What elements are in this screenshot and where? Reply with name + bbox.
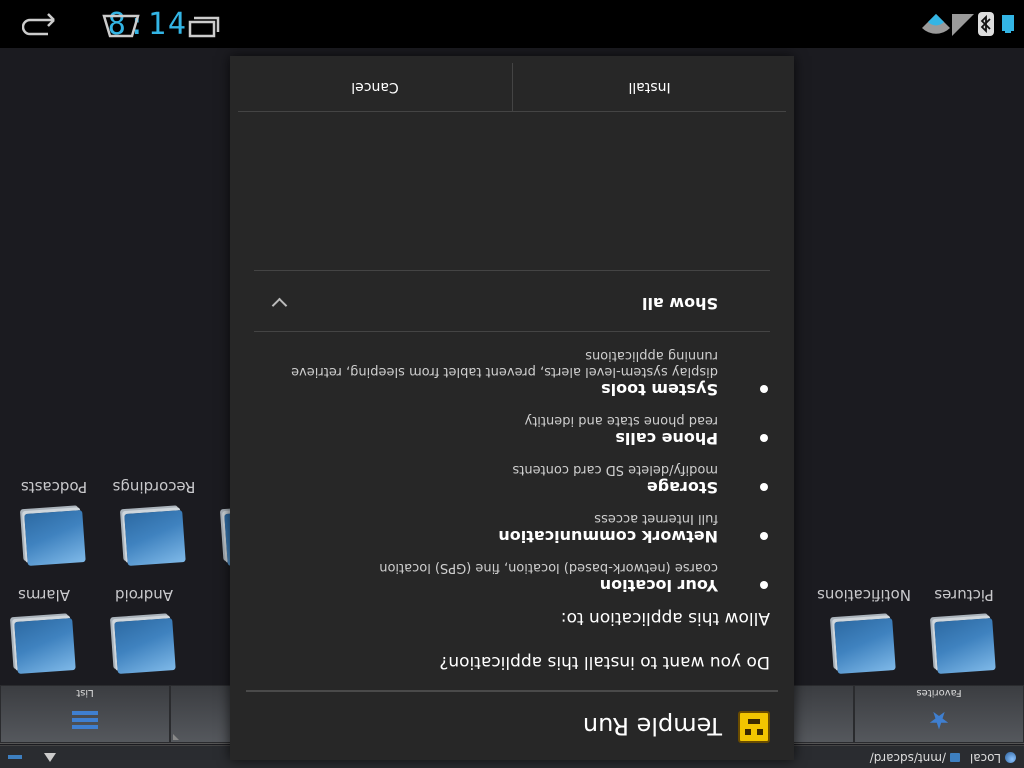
show-all-toggle[interactable]: Show all <box>254 270 770 332</box>
folder-icon <box>834 618 896 674</box>
location-selector[interactable]: Local <box>970 751 1016 765</box>
system-bar: 8:14 <box>0 0 1024 48</box>
folder-icon <box>124 510 186 566</box>
folder-icon <box>114 618 176 674</box>
tab-list[interactable]: List <box>0 685 170 743</box>
permission-title: System tools <box>601 380 718 399</box>
folder-name: Podcasts <box>20 478 88 496</box>
screen: Local /mnt/sdcard/ ★ Favorites List Alar… <box>0 0 1024 768</box>
bullet-icon <box>760 581 768 589</box>
app-icon <box>738 711 770 743</box>
back-icon[interactable] <box>21 7 58 38</box>
folder-name: Notifications <box>817 586 911 604</box>
bullet-icon <box>760 483 768 491</box>
location-label: Local <box>969 751 1001 765</box>
folder-notifications[interactable]: Notifications <box>814 582 914 682</box>
battery-icon <box>1002 15 1014 33</box>
permission-title: Network communication <box>498 527 718 546</box>
recent-apps-icon[interactable] <box>186 7 222 38</box>
tab-favorites-label: Favorites <box>916 687 962 698</box>
permission-description: modify/delete SD card contents <box>512 462 718 477</box>
permission-description: coarse (network-based) location, fine (G… <box>379 560 718 575</box>
permission-description: read phone state and identity <box>524 413 718 428</box>
folder-podcasts[interactable]: Podcasts <box>4 474 104 574</box>
folder-icon <box>14 618 76 674</box>
home-icon[interactable] <box>102 7 140 38</box>
app-name: Temple Run <box>582 712 722 740</box>
list-icon <box>72 708 98 732</box>
path-breadcrumb[interactable]: /mnt/sdcard/ <box>870 751 960 765</box>
folder-name: Android <box>115 586 173 604</box>
collapse-icon[interactable] <box>8 755 22 759</box>
folder-icon <box>950 753 960 763</box>
folder-icon <box>934 618 996 674</box>
folder-name: Pictures <box>934 586 994 604</box>
permission-description: display system-level alerts, prevent tab… <box>291 348 718 379</box>
bullet-icon <box>760 385 768 393</box>
signal-icon <box>952 10 974 36</box>
allow-label: Allow this application to: <box>560 608 770 628</box>
install-button[interactable]: Install <box>512 63 786 111</box>
cancel-button[interactable]: Cancel <box>238 63 512 111</box>
bullet-icon <box>760 532 768 540</box>
globe-icon <box>1005 752 1016 764</box>
permission-title: Your location <box>599 576 718 595</box>
folder-name: Recordings <box>112 478 196 496</box>
app-header: Temple Run <box>230 692 794 760</box>
chevron-up-icon <box>271 297 288 314</box>
tab-favorites[interactable]: ★ Favorites <box>854 685 1024 743</box>
install-dialog: Temple Run Do you want to install this a… <box>230 56 794 760</box>
bluetooth-icon <box>978 8 994 36</box>
up-icon[interactable] <box>44 753 56 762</box>
star-icon: ★ <box>928 706 950 734</box>
show-all-label: Show all <box>641 294 718 313</box>
wifi-icon <box>922 10 950 34</box>
folder-android[interactable]: Android <box>94 582 194 682</box>
folder-icon <box>24 510 86 566</box>
header-divider <box>246 690 778 692</box>
folder-recordings[interactable]: Recordings <box>104 474 204 574</box>
folder-name: Alarms <box>18 586 70 604</box>
folder-alarms[interactable]: Alarms <box>0 582 94 682</box>
tab-list-label: List <box>76 687 94 698</box>
dialog-buttons: Install Cancel <box>238 63 786 112</box>
path-label: /mnt/sdcard/ <box>869 751 946 765</box>
permission-description: full Internet access <box>594 511 718 526</box>
permission-title: Phone calls <box>615 429 718 448</box>
permission-title: Storage <box>646 478 718 497</box>
bullet-icon <box>760 434 768 442</box>
corner-indicator <box>173 734 179 740</box>
install-question: Do you want to install this application? <box>439 652 770 672</box>
folder-pictures[interactable]: Pictures <box>914 582 1014 682</box>
